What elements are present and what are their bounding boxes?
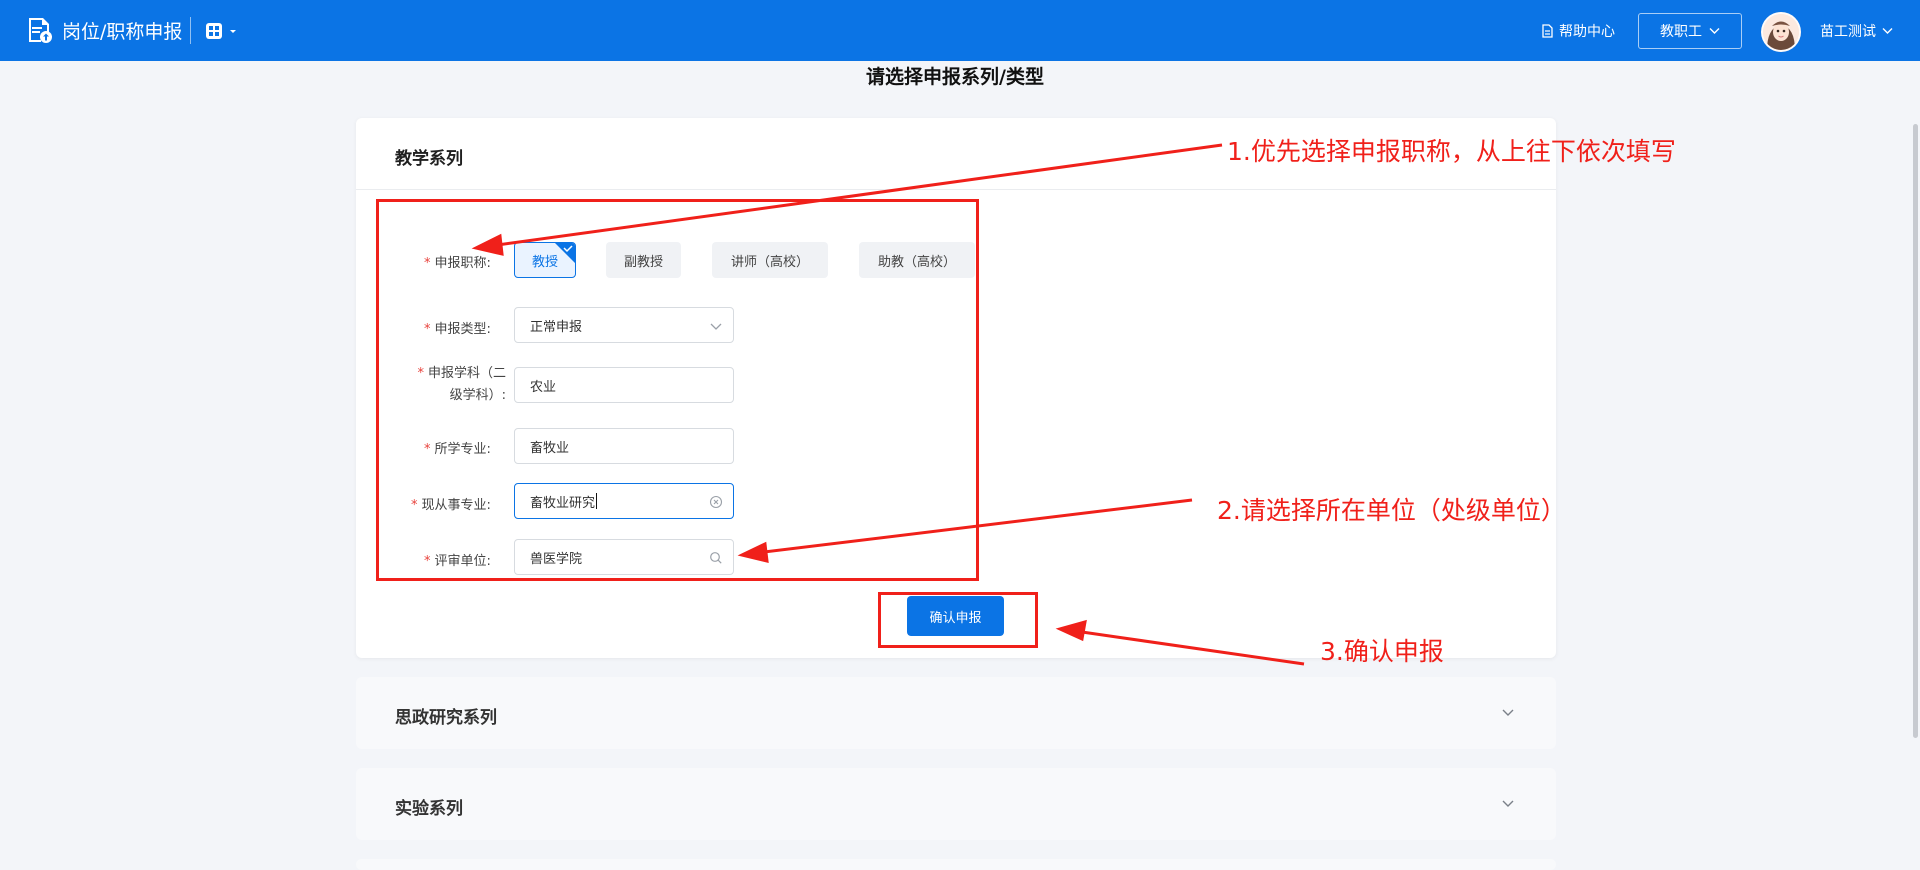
next-series-card[interactable] — [356, 859, 1556, 870]
card-title: 思政研究系列 — [395, 708, 497, 728]
header-divider — [190, 17, 191, 44]
role-switch-button[interactable]: 教职工 — [1638, 13, 1742, 49]
chevron-down-icon — [1502, 709, 1514, 716]
annotation-form-highlight-box — [376, 199, 979, 581]
chevron-down-icon — [1882, 28, 1893, 34]
help-center-link[interactable]: 帮助中心 — [1541, 21, 1615, 41]
apps-menu-button[interactable] — [204, 20, 240, 42]
chevron-down-icon — [1502, 800, 1514, 807]
scrollbar-thumb[interactable] — [1913, 124, 1918, 738]
page-title: 请选择申报系列/类型 — [866, 66, 1044, 88]
top-navigation-bar: 岗位/职称申报 帮助中心 教职工 苗工测试 — [0, 0, 1920, 61]
user-menu[interactable]: 苗工测试 — [1820, 21, 1893, 41]
experiment-series-card[interactable]: 实验系列 — [356, 768, 1556, 840]
annotation-submit-highlight-box — [878, 592, 1038, 648]
apps-grid-icon — [206, 23, 236, 39]
avatar[interactable] — [1761, 12, 1801, 52]
app-title: 岗位/职称申报 — [62, 21, 183, 43]
role-label: 教职工 — [1660, 24, 1702, 40]
annotation-step2-text: 2.请选择所在单位（处级单位） — [1217, 496, 1566, 525]
document-upload-icon[interactable] — [26, 16, 54, 44]
chevron-down-icon — [1709, 28, 1720, 34]
card-title: 实验系列 — [395, 799, 463, 819]
help-center-label: 帮助中心 — [1559, 24, 1615, 40]
ideological-research-series-card[interactable]: 思政研究系列 — [356, 677, 1556, 749]
document-icon — [1542, 24, 1553, 38]
annotation-step1-text: 1.优先选择申报职称，从上往下依次填写 — [1227, 137, 1676, 166]
card-title: 教学系列 — [395, 149, 463, 169]
user-name: 苗工测试 — [1820, 24, 1876, 40]
avatar-image — [1763, 14, 1799, 50]
annotation-step3-text: 3.确认申报 — [1320, 637, 1444, 666]
